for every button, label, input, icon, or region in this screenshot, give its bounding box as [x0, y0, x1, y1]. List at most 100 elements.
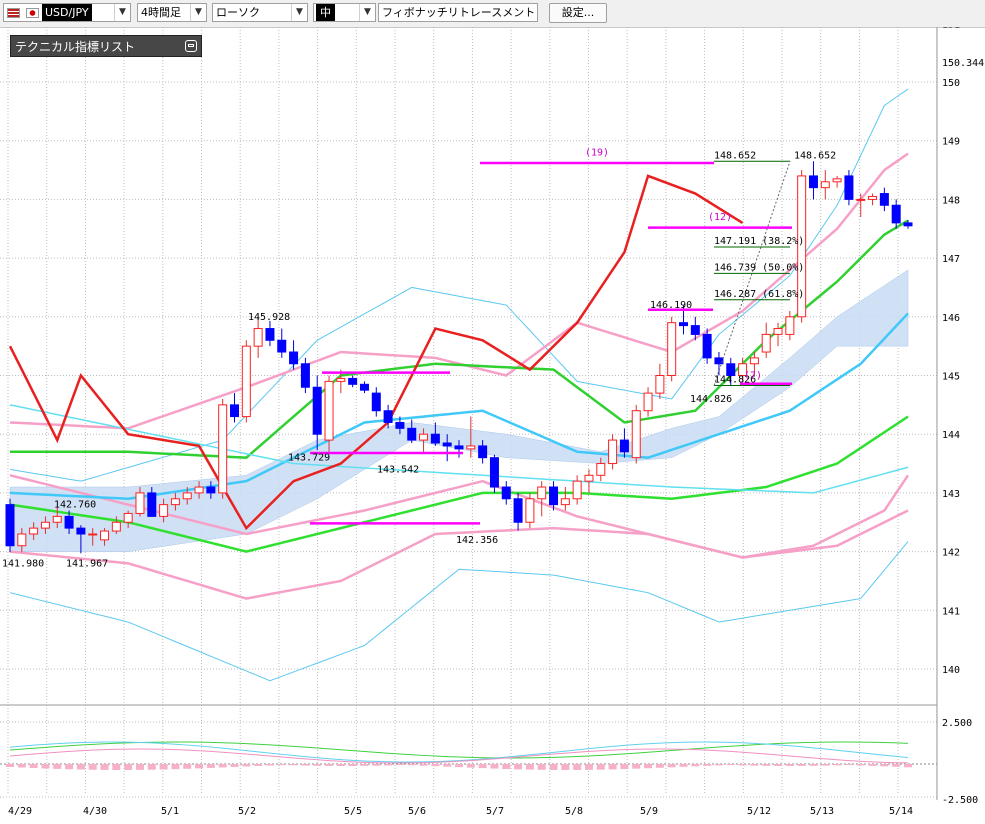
price-annotation: 143.542: [377, 464, 419, 475]
size-select[interactable]: 中 ▼: [313, 3, 376, 22]
macd-histogram-bar: [608, 764, 617, 770]
macd-histogram-bar: [809, 764, 818, 766]
macd-histogram-bar: [29, 764, 38, 768]
timeframe-select[interactable]: 4時間足 ▼: [137, 3, 207, 22]
pair-label: USD/JPY: [42, 4, 92, 21]
candle-down: [383, 410, 393, 423]
candle-up: [749, 357, 759, 365]
macd-histogram-bar: [573, 764, 582, 770]
macd-histogram-bar: [478, 764, 487, 769]
fib-label: 146.739 (50.0%): [714, 262, 804, 273]
macd-histogram-bar: [372, 764, 381, 766]
candle-up: [52, 515, 62, 523]
candle-up: [466, 445, 476, 450]
candle-up: [820, 181, 830, 189]
candle-up: [159, 504, 169, 517]
drawing-tool-select[interactable]: フィボナッチリトレースメント: [378, 3, 538, 22]
candle-down: [501, 486, 511, 500]
count-label: (7): [744, 370, 762, 381]
drawing-tool-label: フィボナッチリトレースメント: [382, 6, 536, 19]
price-annotation: 145.928: [248, 312, 290, 323]
candle-down: [300, 363, 310, 388]
price-axis-tick: 147: [942, 254, 960, 265]
macd-histogram-bar: [466, 764, 475, 768]
date-axis-tick: 5/6: [408, 806, 426, 817]
macd-histogram-bar: [537, 764, 546, 770]
candle-down: [442, 442, 452, 447]
macd-histogram-bar: [833, 764, 842, 766]
indicator-list-panel[interactable]: テクニカル指標リスト: [10, 35, 202, 57]
candle-down: [903, 222, 913, 227]
price-axis-tick: 143: [942, 489, 960, 500]
candle-down: [147, 492, 157, 517]
macd-histogram-bar: [667, 764, 676, 768]
candle-down: [407, 427, 417, 441]
macd-histogram-bar: [797, 764, 806, 766]
macd-histogram-bar: [655, 764, 664, 768]
macd-histogram-bar: [277, 764, 286, 766]
chevron-down-icon: ▼: [359, 4, 375, 21]
price-axis-tick: 144: [942, 430, 960, 441]
candle-down: [430, 433, 440, 444]
candle-up: [773, 328, 783, 335]
price-chart[interactable]: 147.191 (38.2%) 146.739 (50.0%) 146.287 (6…: [0, 19, 985, 821]
candle-down: [489, 457, 499, 488]
macd-histogram-bar: [407, 764, 416, 766]
date-axis-tick: 5/2: [238, 806, 256, 817]
macd-histogram-bar: [41, 764, 50, 769]
candle-up: [631, 410, 641, 459]
pair-select[interactable]: USD/JPY ▼: [3, 3, 131, 22]
macd-histogram-bar: [218, 764, 227, 768]
macd-histogram-bar: [112, 764, 121, 770]
candle-up: [253, 328, 263, 347]
date-axis-tick: 5/8: [565, 806, 583, 817]
price-annotation: 144.826: [690, 394, 732, 405]
moving-average-cyan: [9, 312, 909, 501]
candle-up: [655, 375, 665, 394]
macd-histogram-bar: [53, 764, 62, 769]
macd-histogram-bar: [774, 764, 783, 766]
date-axis-tick: 5/12: [747, 806, 771, 817]
price-axis-tick: 145: [942, 372, 960, 383]
macd-histogram-bar: [644, 764, 653, 769]
candle-up: [123, 512, 133, 523]
candle-up: [241, 345, 251, 418]
settings-button[interactable]: 設定...: [549, 3, 607, 23]
price-axis-tick: 148: [942, 195, 960, 206]
candle-up: [194, 486, 204, 494]
candle-down: [371, 392, 381, 412]
macd-histogram-bar: [549, 764, 558, 770]
chart-kind-select[interactable]: ローソク ▼: [212, 3, 308, 22]
macd-histogram-bar: [502, 764, 511, 769]
macd-histogram-bar: [65, 764, 74, 770]
macd-histogram-bar: [762, 764, 771, 766]
price-annotation: 146.190: [650, 300, 692, 311]
candle-up: [785, 316, 795, 335]
price-axis-tick: 146: [942, 313, 960, 324]
restore-icon[interactable]: [185, 40, 197, 52]
candle-up: [324, 380, 334, 441]
count-label: (19): [585, 147, 609, 158]
candle-up: [608, 439, 618, 465]
macd-histogram-bar: [691, 764, 700, 767]
candle-down: [230, 404, 239, 418]
macd-histogram-bar: [738, 764, 747, 766]
macd-histogram-bar: [868, 764, 877, 766]
candle-up: [419, 433, 429, 441]
date-axis-tick: 5/9: [640, 806, 658, 817]
macd-histogram-bar: [750, 764, 759, 766]
osc-axis-tick: 2.500: [942, 718, 972, 729]
chart-kind-label: ローソク: [216, 6, 260, 19]
chart-area[interactable]: 147.191 (38.2%) 146.739 (50.0%) 146.287 (6…: [0, 19, 985, 821]
price-axis-tick: 151: [942, 27, 960, 30]
macd-histogram-bar: [844, 764, 853, 766]
date-axis-tick: 4/29: [8, 806, 32, 817]
macd-histogram-bar: [561, 764, 570, 770]
macd-histogram-bar: [632, 764, 641, 769]
date-axis-tick: 5/13: [810, 806, 834, 817]
candle-up: [643, 392, 653, 412]
macd-histogram-bar: [514, 764, 523, 770]
candle-up: [856, 198, 866, 201]
price-axis-tick: 150: [942, 78, 960, 89]
candle-up: [17, 533, 27, 547]
